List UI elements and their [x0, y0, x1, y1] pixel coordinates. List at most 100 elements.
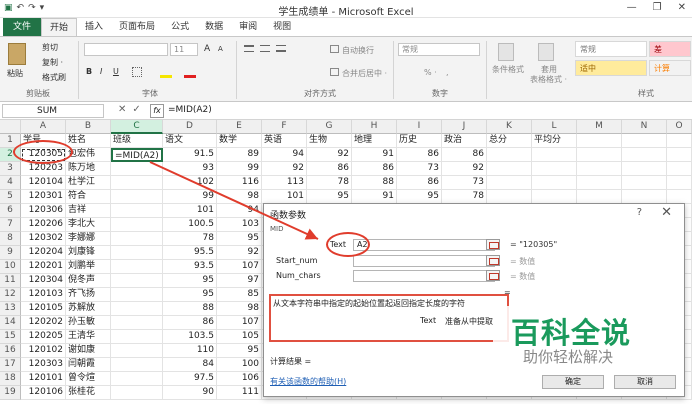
tab-insert[interactable]: 插入	[77, 18, 111, 36]
table-cell[interactable]: 120103	[21, 288, 66, 302]
table-cell[interactable]: 73	[397, 162, 442, 176]
table-cell[interactable]: 95	[217, 344, 262, 358]
table-cell[interactable]: 李北大	[66, 218, 111, 232]
tab-home[interactable]: 开始	[41, 18, 78, 36]
table-cell[interactable]: 120101	[21, 372, 66, 386]
row-header[interactable]: 18	[0, 372, 21, 386]
table-cell[interactable]	[111, 190, 163, 204]
table-cell[interactable]: 120203	[21, 162, 66, 176]
style-normal[interactable]: 常规	[575, 41, 647, 57]
table-cell[interactable]: 101	[262, 190, 307, 204]
table-cell[interactable]: 84	[163, 358, 217, 372]
column-header-b[interactable]: B	[66, 120, 111, 134]
table-cell[interactable]: 120201	[21, 260, 66, 274]
table-cell[interactable]: 120306	[21, 204, 66, 218]
table-cell[interactable]	[487, 190, 532, 204]
tab-data[interactable]: 数据	[197, 18, 231, 36]
table-cell[interactable]: 94	[217, 204, 262, 218]
underline-button[interactable]: U	[113, 67, 119, 76]
table-cell[interactable]: 86	[397, 148, 442, 162]
table-cell[interactable]: 86	[163, 316, 217, 330]
table-cell[interactable]: 110	[163, 344, 217, 358]
table-cell[interactable]: 120204	[21, 246, 66, 260]
table-cell[interactable]: 113	[262, 176, 307, 190]
table-cell[interactable]	[577, 176, 622, 190]
row-header[interactable]: 15	[0, 330, 21, 344]
table-cell[interactable]: 齐飞扬	[66, 288, 111, 302]
table-cell[interactable]: 120206	[21, 218, 66, 232]
table-cell[interactable]: 86	[307, 162, 352, 176]
table-cell[interactable]	[667, 148, 692, 162]
wrap-text-button[interactable]: 自动换行	[342, 45, 374, 56]
header-cell[interactable]: 姓名	[66, 134, 111, 148]
help-icon[interactable]: ?	[637, 207, 642, 218]
table-cell[interactable]	[667, 176, 692, 190]
table-cell[interactable]: 王清华	[66, 330, 111, 344]
arg-start-num-input[interactable]	[353, 255, 495, 267]
insert-function-button[interactable]: fx	[150, 104, 164, 118]
table-cell[interactable]	[577, 162, 622, 176]
tab-view[interactable]: 视图	[265, 18, 299, 36]
row-header[interactable]: 8	[0, 232, 21, 246]
column-header-f[interactable]: F	[262, 120, 307, 134]
table-cell[interactable]	[532, 190, 577, 204]
table-cell[interactable]	[111, 176, 163, 190]
table-cell[interactable]	[111, 162, 163, 176]
table-cell[interactable]: 曾令煊	[66, 372, 111, 386]
table-cell[interactable]	[487, 148, 532, 162]
arg-text-input[interactable]: A2	[353, 239, 495, 251]
table-cell[interactable]: 闫朝霞	[66, 358, 111, 372]
table-cell[interactable]	[111, 330, 163, 344]
arg-num-chars-ref-button[interactable]	[486, 270, 500, 281]
table-cell[interactable]	[532, 176, 577, 190]
table-cell[interactable]	[111, 232, 163, 246]
dialog-close-button[interactable]: ✕	[661, 205, 672, 220]
table-cell[interactable]: 85	[217, 288, 262, 302]
header-cell[interactable]	[622, 134, 667, 148]
table-cell[interactable]: 91	[352, 148, 397, 162]
arg-text-ref-button[interactable]	[486, 239, 500, 250]
font-name-combo[interactable]	[84, 43, 168, 56]
wrap-text-icon[interactable]	[330, 45, 339, 53]
name-box[interactable]: SUM	[2, 104, 104, 118]
table-cell[interactable]	[111, 246, 163, 260]
table-cell[interactable]: 78	[163, 232, 217, 246]
header-cell[interactable]: 英语	[262, 134, 307, 148]
table-cell[interactable]: 95	[307, 190, 352, 204]
number-format-combo[interactable]: 常规	[398, 43, 480, 56]
style-neutral[interactable]: 适中	[575, 60, 647, 76]
table-cell[interactable]	[532, 162, 577, 176]
column-header-n[interactable]: N	[622, 120, 667, 134]
table-cell[interactable]: 86	[397, 176, 442, 190]
tab-formulas[interactable]: 公式	[163, 18, 197, 36]
header-cell[interactable]: 历史	[397, 134, 442, 148]
table-cell[interactable]: 李娜娜	[66, 232, 111, 246]
table-cell[interactable]: 120202	[21, 316, 66, 330]
restore-button[interactable]: ❐	[653, 2, 662, 13]
table-cell[interactable]	[111, 260, 163, 274]
table-cell[interactable]: 孙玉敏	[66, 316, 111, 330]
percent-button[interactable]: % ·	[424, 68, 437, 77]
style-bad[interactable]: 差	[649, 41, 691, 57]
font-shrink-button[interactable]: A	[218, 45, 223, 53]
table-cell[interactable]	[667, 190, 692, 204]
table-cell[interactable]: 120205	[21, 330, 66, 344]
table-cell[interactable]	[667, 162, 692, 176]
row-header[interactable]: 9	[0, 246, 21, 260]
row-header[interactable]: 6	[0, 204, 21, 218]
table-cell[interactable]: 95	[217, 232, 262, 246]
column-header-m[interactable]: M	[577, 120, 622, 134]
row-header[interactable]: 11	[0, 274, 21, 288]
row-header[interactable]: 14	[0, 316, 21, 330]
table-cell[interactable]: 95.5	[163, 246, 217, 260]
active-cell[interactable]: =MID(A2)	[111, 148, 163, 162]
table-cell[interactable]	[111, 204, 163, 218]
table-cell[interactable]	[622, 162, 667, 176]
header-cell[interactable]: 语文	[163, 134, 217, 148]
table-cell[interactable]: 92	[217, 246, 262, 260]
merge-center-button[interactable]: 合并后居中 ·	[342, 68, 387, 79]
header-cell[interactable]: 政治	[442, 134, 487, 148]
align-middle-icon[interactable]	[260, 45, 270, 52]
table-cell[interactable]	[111, 386, 163, 400]
table-cell[interactable]: 86	[442, 148, 487, 162]
